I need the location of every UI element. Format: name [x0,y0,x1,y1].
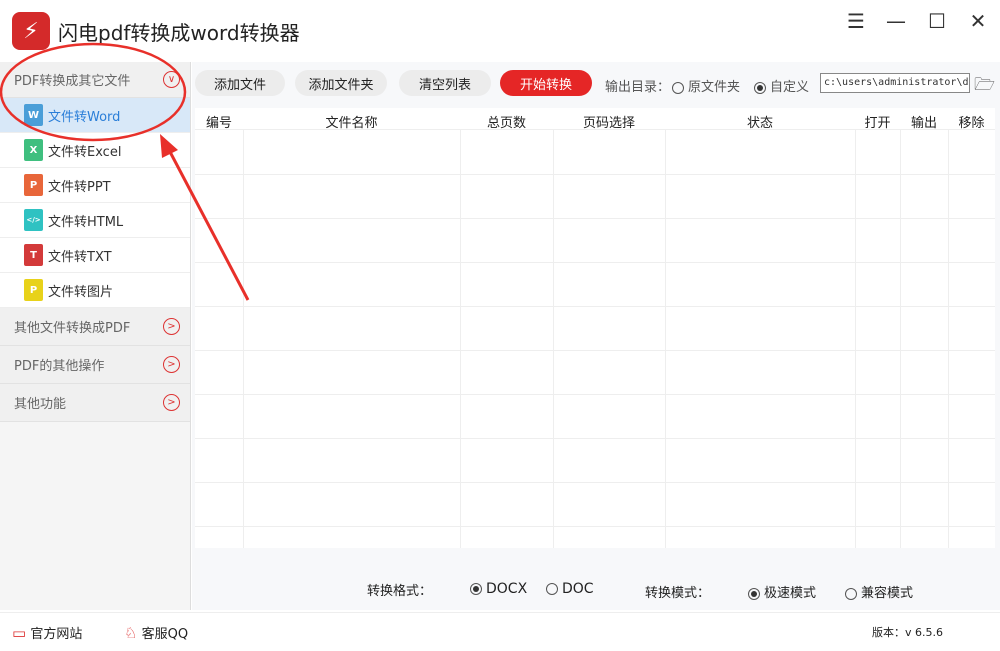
table-header: 编号 文件名称 总页数 页码选择 状态 打开 输出 移除 [195,108,995,130]
footer: ▭ 官方网站 ♘ 客服QQ 版本：v 6.5.6 [0,612,1000,651]
radio-icon [546,583,558,595]
add-folder-button[interactable]: 添加文件夹 [295,70,387,96]
excel-icon: X [24,139,43,161]
item-label: 文件转Excel [48,141,121,160]
output-path-input[interactable]: c:\users\administrator\desktop [820,73,970,93]
close-button[interactable]: ✕ [965,8,991,34]
link-label: 官方网站 [30,627,82,642]
col-output: 输出 [900,112,948,131]
add-file-button[interactable]: 添加文件 [195,70,285,96]
radio-docx[interactable]: DOCX [470,581,527,597]
item-label: 文件转TXT [48,246,112,265]
sidebar-group-other-functions[interactable]: 其他功能 > [0,384,190,422]
title-bar: ⚡ 闪电pdf转换成word转换器 ☰ — ☐ ✕ [0,0,1000,62]
col-pages: 总页数 [460,112,553,131]
main-panel: 添加文件 添加文件夹 清空列表 开始转换 输出目录： 原文件夹 自定义 c:\u… [192,62,1000,610]
maximize-button[interactable]: ☐ [924,8,950,34]
sidebar-group-pdf-other-ops[interactable]: PDF的其他操作 > [0,346,190,384]
col-status: 状态 [665,112,855,131]
image-icon: P [24,279,43,301]
radio-doc[interactable]: DOC [546,581,594,597]
link-label: 客服QQ [142,627,188,642]
group-label: 其他功能 [14,393,66,412]
sidebar-item-txt[interactable]: T 文件转TXT [0,238,190,273]
file-table: 编号 文件名称 总页数 页码选择 状态 打开 输出 移除 [195,108,995,548]
item-label: 文件转HTML [48,211,123,230]
radio-label: 兼容模式 [861,586,913,601]
sidebar: PDF转换成其它文件 ∨ W 文件转Word X 文件转Excel P 文件转PPT <… [0,62,191,610]
support-qq-link[interactable]: ♘ 客服QQ [124,623,188,642]
radio-icon [845,588,857,600]
item-label: 文件转图片 [48,281,113,300]
group-label: PDF转换成其它文件 [14,70,130,89]
html-icon: </> [24,209,43,231]
sidebar-item-image[interactable]: P 文件转图片 [0,273,190,308]
radio-original-folder[interactable]: 原文件夹 [672,76,740,95]
start-convert-button[interactable]: 开始转换 [500,70,592,96]
radio-fast-mode[interactable]: 极速模式 [748,582,816,601]
item-label: 文件转Word [48,106,120,125]
radio-icon [672,82,684,94]
chevron-right-icon: > [163,394,180,411]
sidebar-item-html[interactable]: </> 文件转HTML [0,203,190,238]
radio-selected-icon [754,82,766,94]
format-label: 转换格式： [367,580,432,599]
group-label: 其他文件转换成PDF [14,317,130,336]
app-title: 闪电pdf转换成word转换器 [58,17,300,46]
menu-icon[interactable]: ☰ [843,8,869,34]
col-filename: 文件名称 [243,112,460,131]
qq-icon: ♘ [124,624,137,642]
toolbar: 添加文件 添加文件夹 清空列表 开始转换 输出目录： 原文件夹 自定义 c:\u… [192,62,1000,104]
sidebar-item-word[interactable]: W 文件转Word [0,98,190,133]
word-icon: W [24,104,43,126]
radio-selected-icon [748,588,760,600]
app-logo: ⚡ [12,12,50,50]
radio-compat-mode[interactable]: 兼容模式 [845,582,913,601]
ppt-icon: P [24,174,43,196]
item-label: 文件转PPT [48,176,111,195]
sidebar-group-pdf-to-other[interactable]: PDF转换成其它文件 ∨ [0,62,190,98]
txt-icon: T [24,244,43,266]
minimize-button[interactable]: — [883,8,909,34]
chevron-down-icon: ∨ [163,71,180,88]
radio-label: 极速模式 [764,586,816,601]
col-open: 打开 [855,112,900,131]
radio-label: 原文件夹 [688,80,740,95]
folder-open-icon[interactable]: 🗁 [974,72,995,101]
radio-selected-icon [470,583,482,595]
chevron-right-icon: > [163,318,180,335]
col-page-select: 页码选择 [553,112,665,131]
radio-label: DOCX [486,581,527,597]
radio-custom-folder[interactable]: 自定义 [754,76,809,95]
sidebar-item-excel[interactable]: X 文件转Excel [0,133,190,168]
monitor-icon: ▭ [12,624,26,642]
official-website-link[interactable]: ▭ 官方网站 [12,623,82,642]
chevron-right-icon: > [163,356,180,373]
col-remove: 移除 [948,112,995,131]
radio-label: DOC [562,581,594,597]
group-label: PDF的其他操作 [14,355,104,374]
version-label: 版本：v 6.5.6 [872,624,943,640]
col-number: 编号 [195,112,243,131]
sidebar-item-ppt[interactable]: P 文件转PPT [0,168,190,203]
clear-list-button[interactable]: 清空列表 [399,70,491,96]
output-dir-label: 输出目录： [605,76,670,95]
mode-label: 转换模式： [645,582,710,601]
radio-label: 自定义 [770,80,809,95]
sidebar-group-other-to-pdf[interactable]: 其他文件转换成PDF > [0,308,190,346]
